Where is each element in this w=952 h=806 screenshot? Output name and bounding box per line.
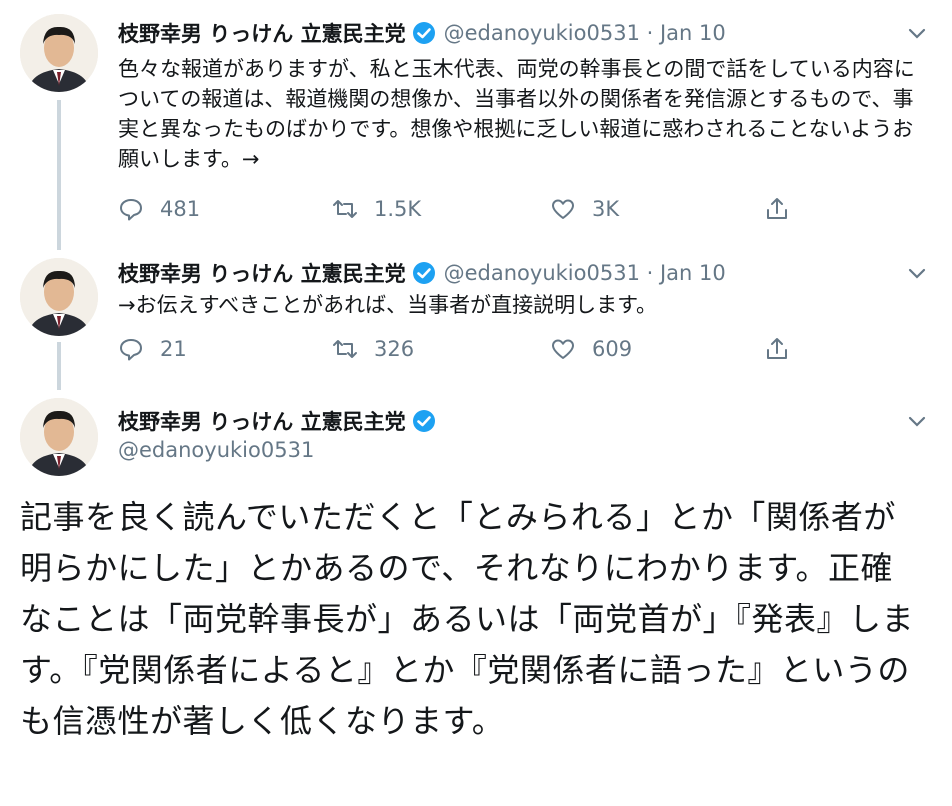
retweet-count: 326 xyxy=(374,337,415,361)
display-name[interactable]: 枝野幸男 りっけん 立憲民主党 xyxy=(118,258,406,288)
share-button[interactable] xyxy=(764,196,806,222)
share-icon xyxy=(767,338,787,359)
like-button[interactable]: 609 xyxy=(550,336,632,362)
tweet-header: 枝野幸男 りっけん 立憲民主党 @edanoyukio0531 · Jan 10 xyxy=(118,18,726,48)
user-handle[interactable]: @edanoyukio0531 xyxy=(118,438,314,462)
share-button[interactable] xyxy=(764,336,806,362)
tweet-text: →お伝えすべきことがあれば、当事者が直接説明します。 xyxy=(118,293,658,317)
chevron-down-icon[interactable] xyxy=(906,22,928,44)
tweet-2[interactable]: 枝野幸男 りっけん 立憲民主党 @edanoyukio0531 · Jan 10… xyxy=(0,250,952,390)
reply-icon xyxy=(120,199,142,221)
retweet-count: 1.5K xyxy=(374,197,422,221)
retweet-icon xyxy=(333,200,357,218)
display-name[interactable]: 枝野幸男 りっけん 立憲民主党 xyxy=(118,406,406,436)
heart-icon xyxy=(552,199,574,219)
tweet-actions: 481 1.5K 3K xyxy=(118,196,798,226)
reply-count: 481 xyxy=(160,197,201,221)
retweet-button[interactable]: 1.5K xyxy=(332,196,421,222)
chevron-down-icon[interactable] xyxy=(906,410,928,432)
chevron-down-icon[interactable] xyxy=(906,262,928,284)
like-count: 3K xyxy=(592,197,620,221)
display-name[interactable]: 枝野幸男 りっけん 立憲民主党 xyxy=(118,18,406,48)
tweet-actions: 21 326 609 xyxy=(118,336,798,366)
verified-badge-icon xyxy=(412,22,435,44)
like-count: 609 xyxy=(592,337,633,361)
tweet-meta[interactable]: @edanoyukio0531 · Jan 10 xyxy=(444,21,726,45)
verified-badge-icon xyxy=(412,410,435,432)
heart-icon xyxy=(552,339,574,359)
tweet-header: 枝野幸男 りっけん 立憲民主党 @edanoyukio0531 · Jan 10 xyxy=(118,258,726,288)
reply-button[interactable]: 21 xyxy=(118,336,187,362)
share-icon xyxy=(767,198,787,219)
tweet-text: 色々な報道がありますが、私と玉木代表、両党の幹事長との間で話をしている内容につい… xyxy=(118,57,915,171)
tweet-meta[interactable]: @edanoyukio0531 · Jan 10 xyxy=(444,261,726,285)
retweet-icon xyxy=(333,340,357,358)
thread-line xyxy=(57,342,61,390)
tweet-1[interactable]: 枝野幸男 りっけん 立憲民主党 @edanoyukio0531 · Jan 10… xyxy=(0,0,952,250)
like-button[interactable]: 3K xyxy=(550,196,619,222)
reply-button[interactable]: 481 xyxy=(118,196,200,222)
retweet-button[interactable]: 326 xyxy=(332,336,414,362)
tweet-header: 枝野幸男 りっけん 立憲民主党 xyxy=(118,406,444,436)
main-tweet-text: 記事を良く読んでいただくと「とみられる」とか「関係者が明らかにした」とかあるので… xyxy=(20,498,915,740)
reply-count: 21 xyxy=(160,337,187,361)
reply-icon xyxy=(120,339,142,361)
avatar[interactable] xyxy=(20,258,98,336)
verified-badge-icon xyxy=(412,262,435,284)
avatar[interactable] xyxy=(20,14,98,92)
thread-line xyxy=(57,100,61,250)
avatar[interactable] xyxy=(20,398,98,476)
